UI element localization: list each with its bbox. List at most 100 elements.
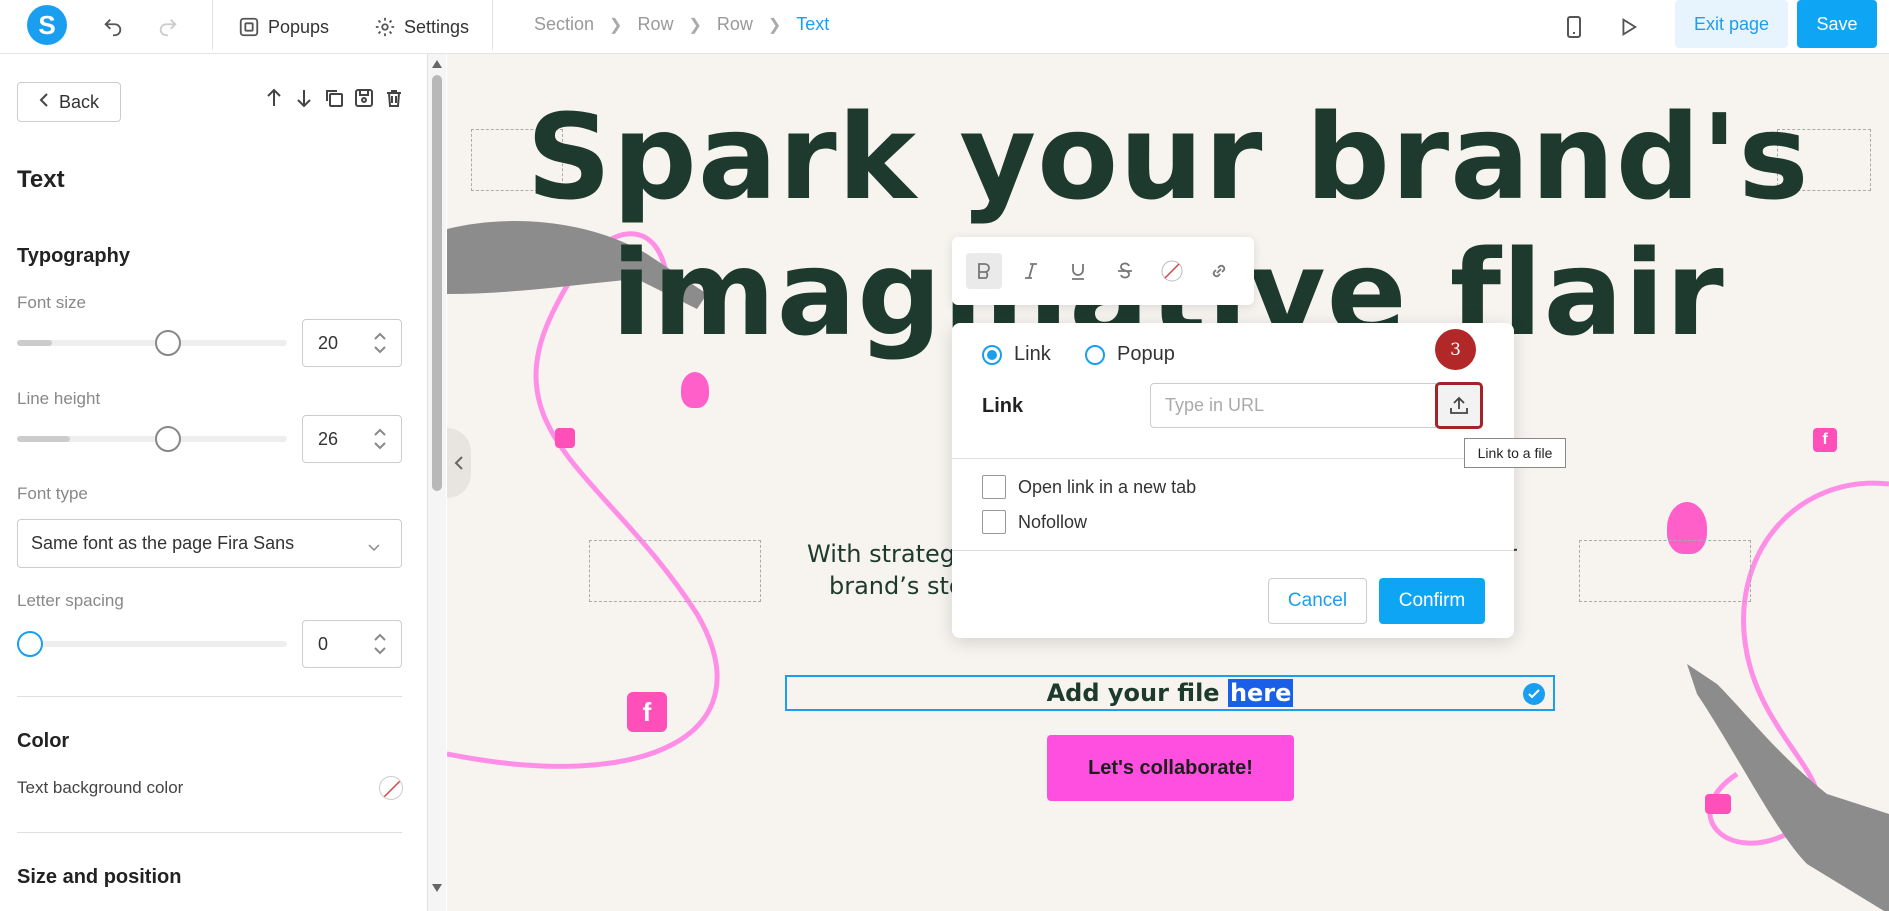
exit-page-button[interactable]: Exit page	[1675, 0, 1788, 48]
url-input[interactable]	[1150, 383, 1436, 428]
text-highlight: here	[1227, 679, 1294, 707]
cta-button[interactable]: Let's collaborate!	[1047, 735, 1294, 801]
step-badge: 3	[1435, 329, 1476, 370]
move-down-icon[interactable]	[294, 88, 314, 108]
link-to-file-button[interactable]	[1435, 382, 1483, 429]
letter-spacing-slider[interactable]	[17, 631, 287, 657]
chevron-down-icon	[367, 536, 381, 557]
text-format-toolbar	[952, 237, 1254, 305]
link-field-label: Link	[982, 395, 1024, 417]
save-button[interactable]: Save	[1797, 0, 1877, 48]
text-bg-color-swatch[interactable]	[379, 776, 403, 800]
new-tab-checkbox[interactable]: Open link in a new tab	[982, 475, 1196, 499]
link-dialog: Link Popup 3 Link Open link in a new tab…	[952, 323, 1514, 638]
gear-icon	[375, 17, 395, 37]
properties-sidebar: Back Text Typography Font size 20 Line h…	[0, 54, 428, 911]
stepper-icon[interactable]	[373, 631, 387, 657]
text-color-icon[interactable]	[1154, 253, 1190, 289]
new-tab-label: Open link in a new tab	[1018, 476, 1197, 497]
font-type-value: Same font as the page Fira Sans	[31, 533, 295, 553]
paragraph-text[interactable]: brand’s sto	[829, 572, 964, 600]
popups-button[interactable]: Popups	[238, 12, 329, 42]
selected-text-block[interactable]: Add your file here	[785, 675, 1555, 711]
cancel-button[interactable]: Cancel	[1268, 578, 1367, 624]
letter-spacing-input[interactable]: 0	[302, 620, 402, 668]
facebook-icon: f	[1813, 428, 1837, 452]
radio-unselected-icon	[1085, 344, 1105, 365]
letter-spacing-value: 0	[318, 633, 329, 654]
text-bg-label: Text background color	[17, 778, 184, 797]
lightbulb-icon	[681, 372, 709, 408]
italic-icon[interactable]	[1013, 253, 1049, 289]
breadcrumb-text[interactable]: Text	[796, 14, 829, 35]
empty-placeholder[interactable]	[1579, 540, 1751, 602]
chevron-left-icon	[39, 92, 49, 113]
facebook-icon: f	[627, 692, 667, 732]
undo-icon[interactable]	[99, 13, 127, 41]
check-icon[interactable]	[1523, 683, 1545, 705]
checkbox-box[interactable]	[982, 475, 1006, 499]
trash-icon[interactable]	[384, 88, 404, 108]
typography-heading: Typography	[17, 245, 130, 267]
popups-label: Popups	[268, 16, 330, 37]
youtube-icon	[1705, 794, 1731, 814]
popups-icon	[239, 17, 259, 37]
toolbar-divider	[492, 0, 493, 50]
line-height-input[interactable]: 26	[302, 415, 402, 463]
mobile-preview-icon[interactable]	[1560, 13, 1588, 41]
settings-button[interactable]: Settings	[374, 12, 469, 42]
redo-icon[interactable]	[154, 13, 182, 41]
section-divider	[17, 696, 402, 697]
stepper-icon[interactable]	[373, 426, 387, 452]
dialog-divider	[952, 550, 1514, 551]
back-label: Back	[58, 91, 100, 112]
duplicate-icon[interactable]	[324, 88, 344, 108]
chevron-right-icon: ❯	[609, 16, 623, 34]
settings-label: Settings	[404, 16, 470, 37]
checkbox-box[interactable]	[982, 510, 1006, 534]
line-height-label: Line height	[17, 389, 101, 408]
chevron-left-icon	[454, 456, 463, 470]
paragraph-text[interactable]: With strategy	[807, 540, 969, 568]
save-block-icon[interactable]	[354, 88, 374, 108]
move-up-icon[interactable]	[264, 88, 284, 108]
breadcrumb: Section ❯ Row ❯ Row ❯ Text	[534, 14, 829, 35]
slider-knob[interactable]	[17, 631, 43, 657]
line-height-slider[interactable]	[17, 426, 287, 452]
panel-title: Text	[17, 166, 65, 193]
dialog-divider	[952, 458, 1514, 459]
breadcrumb-row[interactable]: Row	[717, 14, 753, 35]
instagram-icon	[555, 428, 575, 448]
breadcrumb-section[interactable]: Section	[534, 14, 594, 35]
text-content: Add your file	[1046, 679, 1228, 707]
slider-knob[interactable]	[155, 330, 181, 356]
link-radio[interactable]: Link	[982, 343, 1051, 366]
slider-knob[interactable]	[155, 426, 181, 452]
nofollow-checkbox[interactable]: Nofollow	[982, 510, 1087, 534]
scrollbar-thumb[interactable]	[432, 75, 442, 491]
chevron-right-icon: ❯	[688, 16, 702, 34]
link-icon[interactable]	[1201, 253, 1237, 289]
color-heading: Color	[17, 730, 70, 752]
app-logo[interactable]: S	[27, 5, 67, 45]
slider-fill	[17, 436, 70, 442]
size-position-heading: Size and position	[17, 866, 182, 888]
empty-placeholder[interactable]	[589, 540, 761, 602]
breadcrumb-row[interactable]: Row	[637, 14, 673, 35]
confirm-button[interactable]: Confirm	[1379, 578, 1485, 624]
stepper-icon[interactable]	[373, 330, 387, 356]
font-type-label: Font type	[17, 484, 88, 503]
headline-line-1[interactable]: Spark your brand's	[447, 88, 1889, 226]
back-button[interactable]: Back	[17, 82, 121, 122]
play-preview-icon[interactable]	[1614, 13, 1642, 41]
bold-icon[interactable]	[966, 253, 1002, 289]
font-size-input[interactable]: 20	[302, 319, 402, 367]
popup-radio[interactable]: Popup	[1085, 343, 1175, 366]
font-type-select[interactable]: Same font as the page Fira Sans	[17, 519, 402, 568]
font-size-slider[interactable]	[17, 330, 287, 356]
strikethrough-icon[interactable]	[1107, 253, 1143, 289]
chevron-right-icon: ❯	[767, 16, 782, 34]
link-radio-label: Link	[1014, 343, 1051, 365]
underline-icon[interactable]	[1060, 253, 1096, 289]
tooltip: Link to a file	[1464, 438, 1566, 468]
